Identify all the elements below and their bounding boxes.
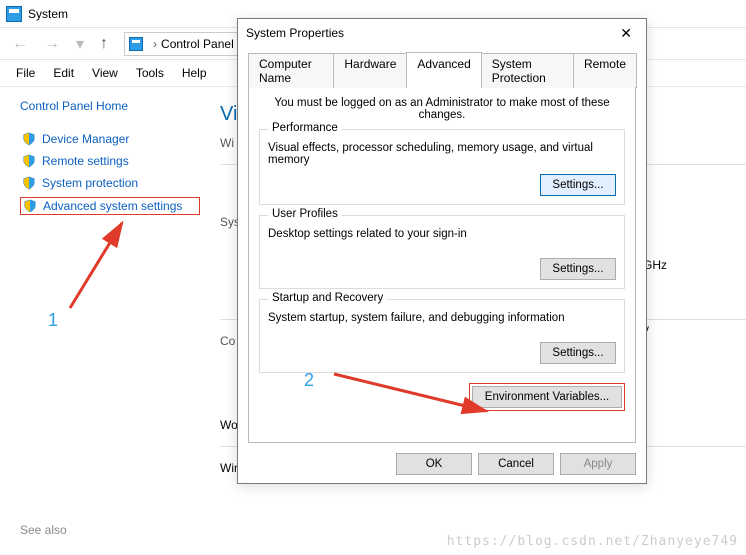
tab-strip: Computer Name Hardware Advanced System P… [248, 51, 636, 87]
history-dropdown[interactable]: ▾ [70, 32, 90, 56]
group-title: Startup and Recovery [268, 292, 387, 304]
user-profiles-settings-button[interactable]: Settings... [540, 258, 616, 280]
annotation-arrow [326, 366, 516, 424]
breadcrumb-item[interactable]: Control Panel [161, 37, 234, 51]
menu-file[interactable]: File [16, 66, 35, 80]
system-window-title: System [28, 7, 68, 21]
tab-advanced[interactable]: Advanced [406, 52, 481, 87]
sidebar-item-system-protection[interactable]: System protection [20, 175, 200, 191]
sidebar-item-label: Advanced system settings [43, 199, 182, 213]
group-description: Visual effects, processor scheduling, me… [268, 142, 616, 166]
annotation-arrow [60, 213, 150, 323]
sidebar-item-device-manager[interactable]: Device Manager [20, 131, 200, 147]
group-title: Performance [268, 122, 342, 134]
group-description: Desktop settings related to your sign-in [268, 228, 616, 240]
menu-view[interactable]: View [92, 66, 118, 80]
dialog-title: System Properties [246, 26, 344, 40]
admin-note: You must be logged on as an Administrato… [259, 97, 625, 121]
group-user-profiles: User Profiles Desktop settings related t… [259, 215, 625, 289]
group-title: User Profiles [268, 208, 342, 220]
menu-tools[interactable]: Tools [136, 66, 164, 80]
dialog-titlebar: System Properties ✕ [238, 19, 646, 47]
up-button[interactable]: ↑ [94, 33, 114, 55]
startup-recovery-settings-button[interactable]: Settings... [540, 342, 616, 364]
forward-button[interactable]: → [38, 33, 66, 55]
system-icon [129, 37, 143, 51]
ok-button[interactable]: OK [396, 453, 472, 475]
apply-button[interactable]: Apply [560, 453, 636, 475]
dialog-button-row: OK Cancel Apply [396, 453, 636, 475]
shield-icon [22, 132, 36, 146]
shield-icon [22, 154, 36, 168]
back-button[interactable]: ← [6, 33, 34, 55]
system-icon [6, 6, 22, 22]
sidebar-item-remote-settings[interactable]: Remote settings [20, 153, 200, 169]
shield-icon [23, 199, 37, 213]
breadcrumb-separator: › [153, 37, 157, 51]
cancel-button[interactable]: Cancel [478, 453, 554, 475]
group-performance: Performance Visual effects, processor sc… [259, 129, 625, 205]
menu-edit[interactable]: Edit [53, 66, 74, 80]
shield-icon [22, 176, 36, 190]
control-panel-home-link[interactable]: Control Panel Home [20, 99, 200, 113]
sidebar-item-label: Device Manager [42, 132, 129, 146]
sidebar-item-label: Remote settings [42, 154, 129, 168]
tab-computer-name[interactable]: Computer Name [248, 53, 334, 88]
sidebar-item-label: System protection [42, 176, 138, 190]
tab-hardware[interactable]: Hardware [333, 53, 407, 88]
group-description: System startup, system failure, and debu… [268, 312, 616, 324]
tab-remote[interactable]: Remote [573, 53, 637, 88]
group-startup-recovery: Startup and Recovery System startup, sys… [259, 299, 625, 373]
annotation-number-2: 2 [304, 370, 314, 391]
menu-help[interactable]: Help [182, 66, 207, 80]
close-button[interactable]: ✕ [614, 23, 638, 44]
tab-system-protection[interactable]: System Protection [481, 53, 574, 88]
performance-settings-button[interactable]: Settings... [540, 174, 616, 196]
annotation-number-1: 1 [48, 310, 58, 331]
watermark: https://blog.csdn.net/Zhanyeye749 [447, 534, 738, 549]
see-also-label: See also [20, 523, 67, 537]
